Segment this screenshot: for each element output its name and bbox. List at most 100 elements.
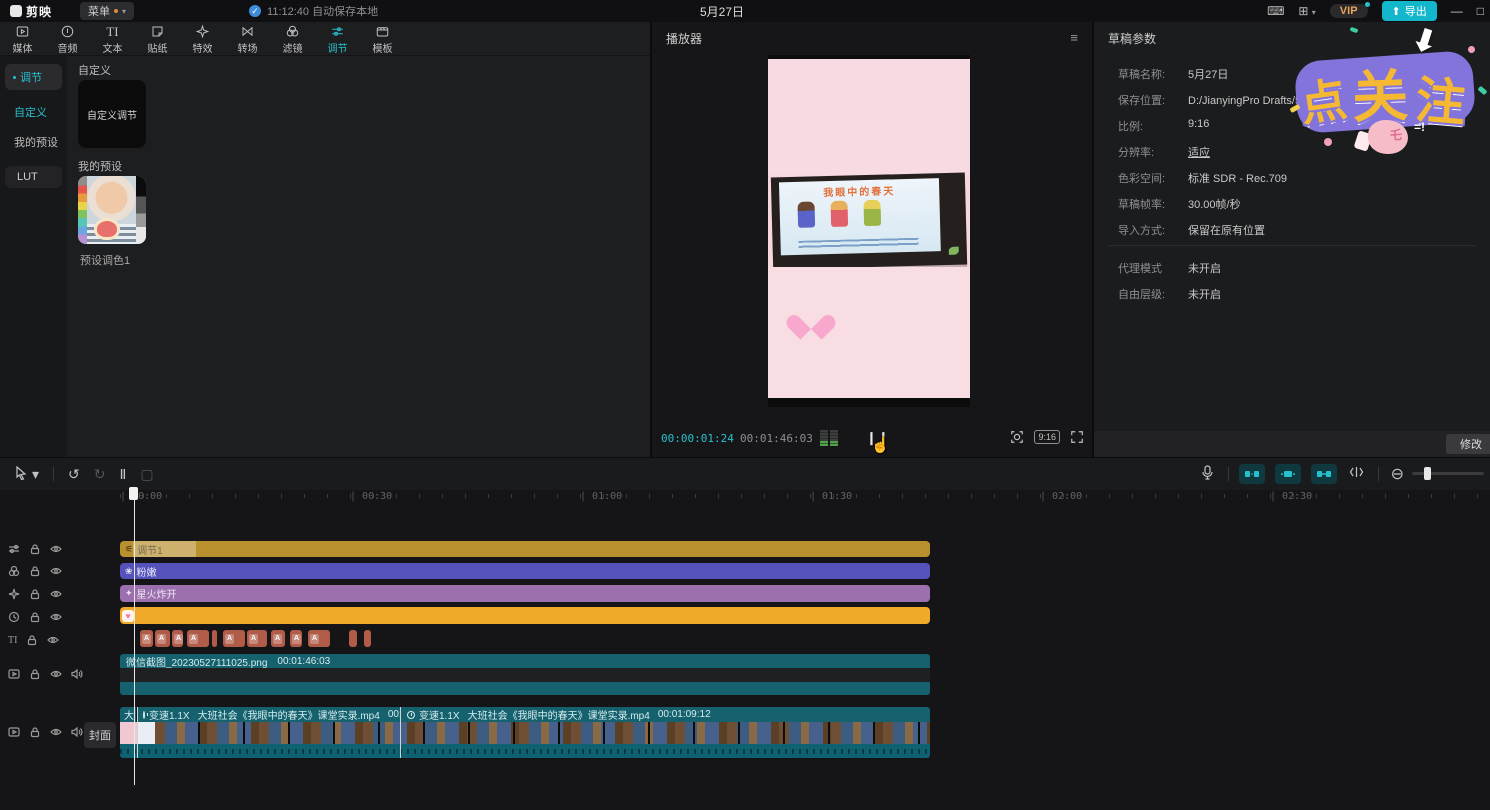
tab-media[interactable]: 媒体 [0,24,45,55]
custom-adjust-card[interactable]: 自定义调节 [78,80,146,148]
param-label: 草稿名称: [1118,66,1165,82]
sidebar-item-custom[interactable]: 自定义 [14,104,67,120]
preset-thumbnail[interactable] [78,176,146,244]
current-time: 00:00:01:24 [661,432,734,445]
text-clip[interactable]: A [308,630,330,647]
undo-button[interactable]: ↺ [68,466,80,483]
tab-filter[interactable]: 滤镜 [270,24,315,55]
resolution-link[interactable]: 适应 [1188,144,1210,160]
lock-icon[interactable] [29,611,41,623]
main-toolbar: 媒体 音频 TI文本 贴纸 特效 转场 滤镜 调节 模板 [0,22,650,56]
sidebar-item-my-presets[interactable]: 我的预设 [14,134,67,150]
lock-icon[interactable] [26,634,38,646]
lock-icon[interactable] [29,565,41,577]
expand-tracks-icon[interactable] [1349,465,1364,483]
text-clip[interactable]: A [271,630,285,647]
eye-icon[interactable] [50,565,62,577]
select-tool-chevron[interactable]: ▾ [32,466,39,483]
sidebar-item-adjust[interactable]: 调节 [5,64,62,90]
export-button[interactable]: ⬆导出 [1382,1,1437,21]
eye-icon[interactable] [50,611,62,623]
timeline-zoom-slider[interactable] [1412,472,1484,475]
slide-kids-illustration [797,200,881,228]
text-clip[interactable] [349,630,357,647]
magnetic-snap-toggle[interactable] [1239,464,1265,484]
shortcut-keyboard-icon[interactable]: ⌨ [1267,4,1284,18]
resource-panel: 媒体 音频 TI文本 贴纸 特效 转场 滤镜 调节 模板 调节 自定义 我的预设… [0,22,650,457]
timeline[interactable]: 00:00 00:30 01:00 01:30 02:00 02:30 TI [0,490,1490,810]
speaker-icon[interactable] [71,726,83,738]
lock-icon[interactable] [29,588,41,600]
playhead[interactable] [134,490,135,785]
sidebar-item-lut[interactable]: LUT [5,166,62,188]
delete-button[interactable]: ▢ [140,466,153,483]
text-clip[interactable]: A [223,630,245,647]
lock-icon[interactable] [29,726,41,738]
select-tool[interactable] [14,466,28,483]
video-clip-3[interactable]: 变速1.1X 大班社会《我眼中的春天》课堂实录.mp4 00:01:09:12 [401,707,930,722]
text-clip[interactable] [364,630,371,647]
eye-icon[interactable] [50,588,62,600]
film-thumb-title2 [137,722,155,744]
filter-clip[interactable]: ❀ 粉嫩 [120,563,930,579]
sticker-track-header [0,609,84,625]
auto-preview-toggle[interactable] [1275,464,1301,484]
text-clip[interactable]: A [140,630,153,647]
text-clip[interactable]: A [155,630,170,647]
tab-template[interactable]: 模板 [360,24,405,55]
adjust-clip[interactable]: ⚟ 调节1 [120,541,930,557]
clip-boundary [137,707,138,758]
image-track-header [0,666,84,682]
lock-icon[interactable] [29,543,41,555]
tab-text[interactable]: TI文本 [90,24,135,55]
zoom-slider-handle[interactable] [1424,467,1431,480]
redo-button[interactable]: ↻ [94,466,106,483]
tab-sticker[interactable]: 贴纸 [135,24,180,55]
menu-dot [114,9,118,13]
maximize-button[interactable]: □ [1477,4,1484,18]
param-label: 色彩空间: [1118,170,1165,186]
draft-params-panel: 草稿参数 草稿名称:5月27日 保存位置:D:/JianyingPro Draf… [1094,22,1490,457]
eye-icon[interactable] [50,726,62,738]
eye-icon[interactable] [50,668,62,680]
speaker-icon[interactable] [71,668,83,680]
effect-clip[interactable]: ✦ 星火炸开 [120,585,930,602]
tab-audio[interactable]: 音频 [45,24,90,55]
tab-adjust[interactable]: 调节 [315,24,360,55]
text-clip[interactable]: A [247,630,267,647]
tab-effects[interactable]: 特效 [180,24,225,55]
clock-icon [8,611,20,623]
ratio-button[interactable]: 9:16 [1034,430,1060,444]
param-label: 保存位置: [1118,92,1165,108]
slide-title: 我眼中的春天 [779,181,939,200]
sticker-clip[interactable]: ♥ [120,607,930,624]
minimize-button[interactable]: — [1451,4,1463,18]
cover-button[interactable]: 封面 [84,722,116,748]
param-label: 导入方式: [1118,222,1165,238]
lock-icon[interactable] [29,668,41,680]
menu-button[interactable]: 菜单 ▾ [80,2,134,20]
eye-icon[interactable] [47,634,59,646]
text-clip[interactable] [212,630,217,647]
fullscreen-icon[interactable] [1070,430,1084,444]
video-clip-2[interactable]: 变速1.1X 大班社会《我眼中的春天》课堂实录.mp4 00:00:34:25 [137,707,400,722]
text-clip[interactable]: A [187,630,209,647]
split-button[interactable]: Ⅱ [120,466,127,483]
player-menu-icon[interactable]: ≡ [1070,30,1078,45]
total-duration: 00:01:46:03 [740,432,813,445]
modify-button[interactable]: 修改 [1446,434,1490,454]
record-voiceover-icon[interactable] [1201,465,1214,483]
link-clips-toggle[interactable] [1311,464,1337,484]
layout-icon[interactable]: ⊞ ▾ [1298,4,1315,18]
eye-icon[interactable] [50,543,62,555]
text-clip[interactable]: A [172,630,183,647]
video-preview[interactable]: 我眼中的春天 [768,55,970,407]
snapshot-icon[interactable] [1010,430,1024,444]
effect-clip-icon: ✦ [125,588,133,599]
playhead-handle[interactable] [129,487,138,500]
param-value: 保留在原有位置 [1188,222,1265,238]
zoom-out-icon[interactable]: ⊖ [1391,464,1404,484]
text-clip[interactable]: A [290,630,302,647]
tab-transition[interactable]: 转场 [225,24,270,55]
vip-button[interactable]: VIP [1330,4,1368,18]
